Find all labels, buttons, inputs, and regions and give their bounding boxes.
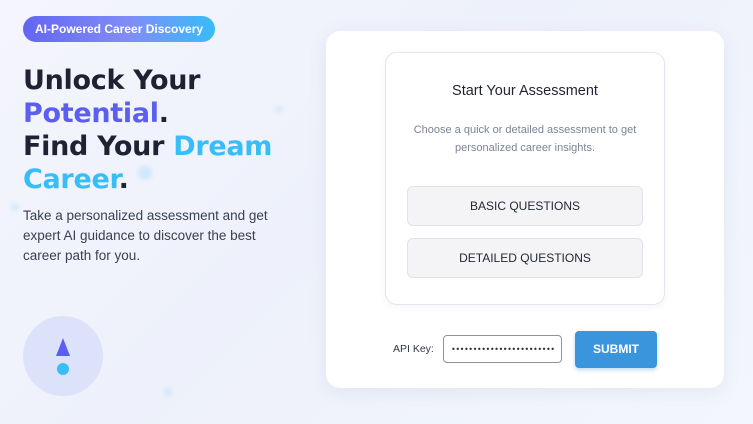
headline-period: . xyxy=(158,98,169,129)
assessment-card: Start Your Assessment Choose a quick or … xyxy=(385,52,665,305)
brand-triangle xyxy=(56,338,70,356)
brand-ball xyxy=(57,363,69,375)
headline-period: . xyxy=(118,164,129,195)
headline-highlight-dream: Dream xyxy=(173,131,273,162)
detailed-questions-button[interactable]: DETAILED QUESTIONS xyxy=(407,238,643,278)
hero-headline: Unlock Your Potential. Find Your Dream C… xyxy=(23,64,313,196)
headline-highlight-potential: Potential xyxy=(23,98,159,129)
assessment-title: Start Your Assessment xyxy=(452,83,598,99)
submit-button[interactable]: SUBMIT xyxy=(575,331,657,368)
api-key-label: API Key: xyxy=(393,343,434,355)
headline-highlight-career: Career xyxy=(23,164,119,195)
headline-line-1: Unlock Your xyxy=(23,65,201,96)
brand-logo-icon xyxy=(23,316,103,396)
api-key-input[interactable] xyxy=(443,335,562,363)
hero-subtext: Take a personalized assessment and get e… xyxy=(23,208,268,263)
headline-line-3: Find Your xyxy=(23,131,174,162)
assessment-description: Choose a quick or detailed assessment to… xyxy=(413,124,637,154)
hero-badge: AI-Powered Career Discovery xyxy=(23,16,216,42)
background-dot xyxy=(11,203,19,211)
basic-questions-button[interactable]: BASIC QUESTIONS xyxy=(407,186,643,226)
background-dot xyxy=(164,388,172,396)
